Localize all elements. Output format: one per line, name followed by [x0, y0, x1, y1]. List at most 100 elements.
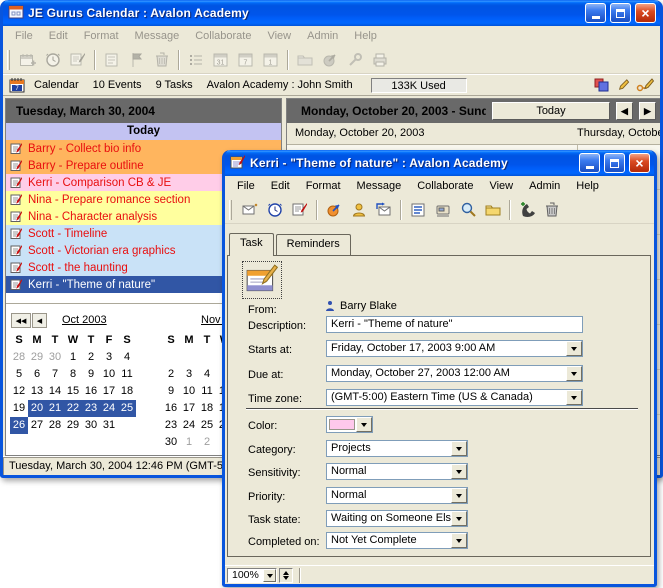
tools-icon[interactable] [342, 48, 367, 72]
due-at-dropdown[interactable]: Monday, October 27, 2003 12:00 AM [326, 365, 583, 382]
calendar-day[interactable]: 14 [46, 383, 64, 400]
minimize-button[interactable] [579, 153, 600, 173]
calendar-day[interactable]: 31 [100, 417, 118, 434]
menu-item-format[interactable]: Format [76, 27, 127, 45]
close-button[interactable]: × [629, 153, 650, 173]
menu-item-admin[interactable]: Admin [521, 177, 568, 195]
alarm-icon[interactable] [40, 48, 65, 72]
calendar-day[interactable]: 29 [28, 349, 46, 366]
calendar-day[interactable]: 29 [64, 417, 82, 434]
send-icon[interactable] [321, 198, 346, 222]
calendar-day[interactable]: 30 [82, 417, 100, 434]
calendar-day[interactable]: 4 [198, 366, 216, 383]
trash-icon[interactable] [149, 48, 174, 72]
menu-item-help[interactable]: Help [568, 177, 607, 195]
calendar-day[interactable]: 27 [28, 417, 46, 434]
dropdown-arrow-icon[interactable] [566, 341, 582, 356]
calendar-day[interactable]: 1 [180, 434, 198, 451]
color-dropdown[interactable] [326, 416, 373, 433]
calendar-day[interactable]: 8 [64, 366, 82, 383]
new-task-icon[interactable] [287, 198, 312, 222]
calendar-day[interactable]: 16 [162, 400, 180, 417]
dropdown-arrow-icon[interactable] [356, 417, 372, 432]
calendar-day[interactable]: 19 [10, 400, 28, 417]
calendar-day[interactable]: 13 [28, 383, 46, 400]
calendar-day[interactable]: 2 [198, 434, 216, 451]
menu-item-file[interactable]: File [229, 177, 263, 195]
description-input[interactable]: Kerri - "Theme of nature" [326, 316, 583, 333]
calendar-day[interactable]: 9 [162, 383, 180, 400]
calendar-day[interactable]: 7 [46, 366, 64, 383]
calendar-day[interactable]: 25 [198, 417, 216, 434]
time-zone-dropdown[interactable]: (GMT-5:00) Eastern Time (US & Canada) [326, 389, 583, 406]
toolbar-grip[interactable] [7, 50, 10, 70]
trash-icon[interactable] [539, 198, 564, 222]
calendar-day[interactable]: 25 [118, 400, 136, 417]
calendar-window-titlebar[interactable]: JE Gurus Calendar : Avalon Academy × [3, 0, 660, 26]
starts-at-dropdown[interactable]: Friday, October 17, 2003 9:00 AM [326, 340, 583, 357]
calendar-day[interactable]: 2 [82, 349, 100, 366]
menu-item-edit[interactable]: Edit [263, 177, 298, 195]
calendar-day[interactable]: 30 [46, 349, 64, 366]
calendar-day[interactable]: 30 [162, 434, 180, 451]
calendar-day[interactable]: 17 [100, 383, 118, 400]
calendar-day[interactable]: 4 [118, 349, 136, 366]
toolbar-grip[interactable] [229, 200, 232, 220]
pencil-icon[interactable] [616, 78, 630, 92]
calendar-day[interactable]: 18 [118, 383, 136, 400]
calendar-day[interactable]: 1 [64, 349, 82, 366]
menu-item-admin[interactable]: Admin [299, 27, 346, 45]
send-icon[interactable] [317, 48, 342, 72]
dropdown-arrow-icon[interactable] [451, 441, 467, 456]
calendar-day[interactable]: 18 [198, 400, 216, 417]
list-view-icon[interactable] [183, 48, 208, 72]
prev-year-button[interactable]: ◀◀ [11, 313, 31, 328]
zoom-spinner[interactable] [279, 568, 293, 583]
folder-icon[interactable] [480, 198, 505, 222]
calendar-day[interactable]: 10 [180, 383, 198, 400]
menu-item-edit[interactable]: Edit [41, 27, 76, 45]
phone-icon[interactable] [514, 198, 539, 222]
menu-item-format[interactable]: Format [298, 177, 349, 195]
minimize-button[interactable] [585, 3, 606, 23]
new-task-icon[interactable] [65, 48, 90, 72]
calendar-day[interactable]: 6 [28, 366, 46, 383]
calendar-day[interactable]: 26 [10, 417, 28, 434]
print-icon[interactable] [367, 48, 392, 72]
calendar-day[interactable]: 24 [100, 400, 118, 417]
dropdown-arrow-icon[interactable] [451, 511, 467, 526]
calendar-day[interactable]: 16 [82, 383, 100, 400]
calendar-day[interactable]: 11 [198, 383, 216, 400]
menu-item-help[interactable]: Help [346, 27, 385, 45]
menu-item-collaborate[interactable]: Collaborate [187, 27, 259, 45]
menu-item-file[interactable]: File [7, 27, 41, 45]
calendar-day[interactable]: 11 [118, 366, 136, 383]
maximize-button[interactable] [604, 153, 625, 173]
priority-dropdown[interactable]: Normal [326, 487, 468, 504]
menu-item-message[interactable]: Message [127, 27, 188, 45]
new-mail-icon[interactable] [237, 198, 262, 222]
calendar-day[interactable]: 3 [180, 366, 198, 383]
flag-icon[interactable] [124, 48, 149, 72]
task-window-titlebar[interactable]: Kerri - "Theme of nature" : Avalon Acade… [225, 150, 654, 176]
today-button[interactable]: Today [492, 102, 610, 120]
dropdown-arrow-icon[interactable] [566, 390, 582, 405]
zoom-control[interactable]: 100% [227, 568, 277, 583]
today-bar[interactable]: Today [6, 123, 281, 140]
alarm-icon[interactable] [262, 198, 287, 222]
calendar-day[interactable]: 9 [82, 366, 100, 383]
calendar-day[interactable]: 5 [10, 366, 28, 383]
tab-reminders[interactable]: Reminders [276, 234, 351, 255]
new-note-icon[interactable] [99, 48, 124, 72]
maximize-button[interactable] [610, 3, 631, 23]
task-state-dropdown[interactable]: Waiting on Someone Else [326, 510, 468, 527]
calendar-day[interactable]: 21 [46, 400, 64, 417]
calendar-day[interactable]: 3 [100, 349, 118, 366]
dropdown-arrow-icon[interactable] [451, 464, 467, 479]
dropdown-arrow-icon[interactable] [451, 533, 467, 548]
folder-icon[interactable] [292, 48, 317, 72]
menu-item-view[interactable]: View [481, 177, 521, 195]
calendar-day[interactable]: 12 [10, 383, 28, 400]
calendar-day[interactable]: 28 [46, 417, 64, 434]
next-week-button[interactable]: ▶ [639, 102, 656, 120]
